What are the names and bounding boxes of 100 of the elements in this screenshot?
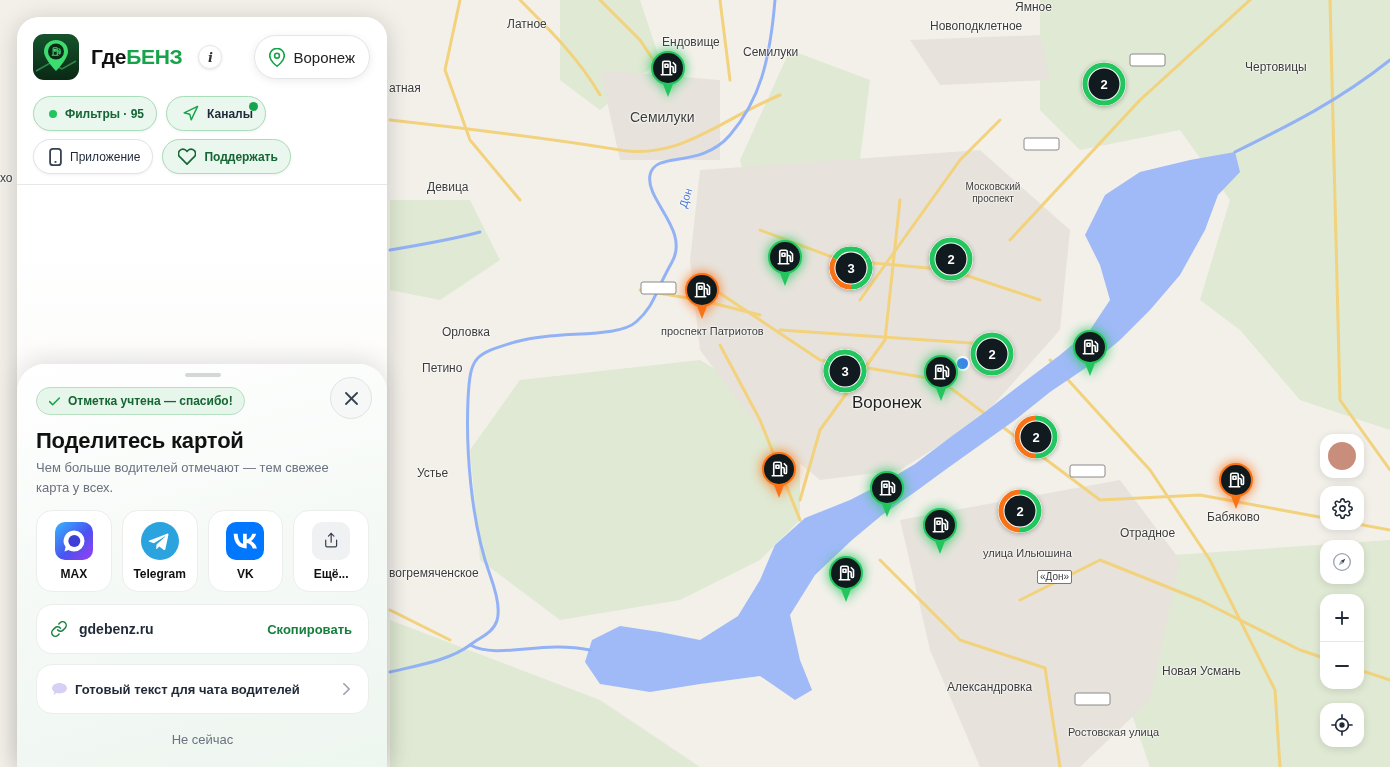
share-option[interactable]: Ещё...	[293, 510, 369, 592]
place-label: Ендовище	[662, 36, 720, 48]
donate-button[interactable]: Поддержать	[162, 139, 291, 174]
profile-button[interactable]	[1320, 434, 1364, 478]
fuel-pump-icon	[933, 518, 948, 532]
info-button[interactable]: i	[198, 45, 223, 69]
settings-icon	[1331, 497, 1353, 519]
place-label: Александровка	[947, 681, 1033, 693]
fuel-station-pin[interactable]	[650, 50, 686, 98]
fuel-station-pin[interactable]	[767, 239, 803, 287]
place-label: Устье	[417, 467, 449, 479]
chevron-right-icon	[343, 683, 350, 695]
share-option[interactable]: VK	[207, 510, 284, 592]
fuel-pump-icon	[934, 365, 949, 379]
share-option[interactable]: Telegram	[121, 510, 198, 592]
chat-bubble-icon	[54, 522, 93, 560]
place-label: вогремяченское	[389, 567, 479, 579]
cluster-marker[interactable]: 3	[823, 349, 867, 393]
close-icon	[344, 391, 358, 405]
sheet-title: Поделитесь картой	[36, 427, 245, 455]
speech-bubble-icon	[52, 683, 67, 695]
fuel-pump-icon	[661, 61, 676, 75]
place-label: Латное	[507, 18, 547, 30]
heart-icon	[178, 148, 197, 165]
sheet-description: Чем больше водителей отмечают — тем свежее карта у всех.	[36, 459, 330, 497]
fuel-pump-icon	[1229, 473, 1244, 487]
street-label: проспект Патриотов	[661, 325, 764, 337]
fuel-station-pin[interactable]	[761, 451, 797, 499]
share-icon	[312, 522, 351, 560]
place-label: Петино	[422, 362, 463, 374]
close-button[interactable]	[330, 377, 372, 419]
road-shield-icon	[1129, 53, 1166, 67]
phone-icon	[49, 147, 62, 166]
place-label: Отрадное	[1120, 527, 1176, 539]
cluster-marker[interactable]: 2	[998, 489, 1042, 533]
fuel-pump-icon	[1083, 340, 1098, 354]
street-label: Ростовская улица	[1068, 726, 1160, 738]
place-label: Ямное	[1015, 1, 1052, 13]
link-url: gdebenz.ru	[79, 621, 154, 637]
link-icon	[51, 621, 67, 637]
fuel-station-pin[interactable]	[1218, 462, 1254, 510]
fuel-station-pin[interactable]	[828, 555, 864, 603]
fuel-station-pin[interactable]	[922, 507, 958, 555]
app-button[interactable]: Приложение	[33, 139, 154, 174]
send-icon	[182, 105, 200, 122]
fuel-pump-icon	[778, 250, 793, 264]
fuel-station-pin[interactable]	[869, 470, 905, 518]
fuel-pump-icon	[695, 283, 710, 297]
road-label: «Дон»	[1037, 570, 1073, 584]
place-label: Бабяково	[1207, 511, 1260, 523]
city-label: Воронеж	[852, 393, 922, 411]
filters-button[interactable]: Фильтры · 95	[33, 96, 158, 131]
place-label: хо	[0, 172, 13, 184]
street-label: улица Ильюшина	[983, 547, 1072, 559]
road-shield-icon	[1023, 137, 1060, 151]
cluster-marker[interactable]: 2	[929, 237, 973, 281]
location-pin-icon	[269, 47, 286, 67]
cluster-marker[interactable]: 2	[970, 332, 1014, 376]
chat-template-button[interactable]: Готовый текст для чата водителей	[36, 664, 369, 714]
minus-icon	[1335, 664, 1349, 667]
app-title: ГдеБЕНЗ	[91, 45, 183, 69]
drag-handle[interactable]	[184, 373, 221, 377]
toast-text: Отметка учтена — спасибо!	[68, 394, 233, 408]
fuel-station-pin[interactable]	[923, 354, 959, 402]
fuel-station-pin[interactable]	[1072, 329, 1108, 377]
settings-button[interactable]	[1320, 486, 1364, 530]
place-label: Новоподклетное	[930, 20, 1023, 32]
city-button[interactable]: Воронеж	[254, 35, 370, 79]
road-shield-icon	[1069, 464, 1106, 478]
avatar-icon	[1328, 442, 1356, 470]
place-label: Орловка	[442, 326, 490, 338]
crosshair-icon	[1331, 714, 1353, 736]
road	[388, 608, 452, 642]
share-option[interactable]: MAX	[36, 510, 112, 592]
district-label: Московский проспект	[964, 181, 1022, 205]
compass-icon	[1332, 552, 1352, 572]
channels-button[interactable]: Каналы	[166, 96, 266, 131]
place-label: Семилуки	[743, 46, 799, 58]
place-label: Девица	[427, 181, 469, 193]
status-dot-icon	[49, 109, 57, 118]
road-shield-icon	[640, 281, 677, 295]
app-logo-icon[interactable]	[33, 34, 79, 80]
fuel-pump-icon	[772, 462, 787, 476]
fuel-pump-icon	[880, 481, 895, 495]
place-label: Чертовицы	[1245, 61, 1307, 73]
place-label: Новая Усмань	[1162, 665, 1241, 677]
river-label: Дон	[677, 186, 695, 210]
place-label: Семилуки	[630, 110, 695, 124]
dismiss-button[interactable]: Не сейчас	[167, 730, 238, 748]
cluster-marker[interactable]: 2	[1014, 415, 1058, 459]
cluster-marker[interactable]: 3	[829, 246, 873, 290]
paper-plane-icon	[140, 522, 179, 560]
copy-button[interactable]: Скопировать	[267, 621, 352, 637]
fuel-pump-icon	[839, 566, 854, 580]
place-label: атная	[389, 82, 421, 94]
vk-logo-icon	[226, 522, 265, 560]
locate-button[interactable]	[1320, 703, 1364, 747]
fuel-station-pin[interactable]	[684, 272, 720, 320]
cluster-marker[interactable]: 2	[1082, 62, 1126, 106]
road-shield-icon	[1074, 692, 1111, 706]
